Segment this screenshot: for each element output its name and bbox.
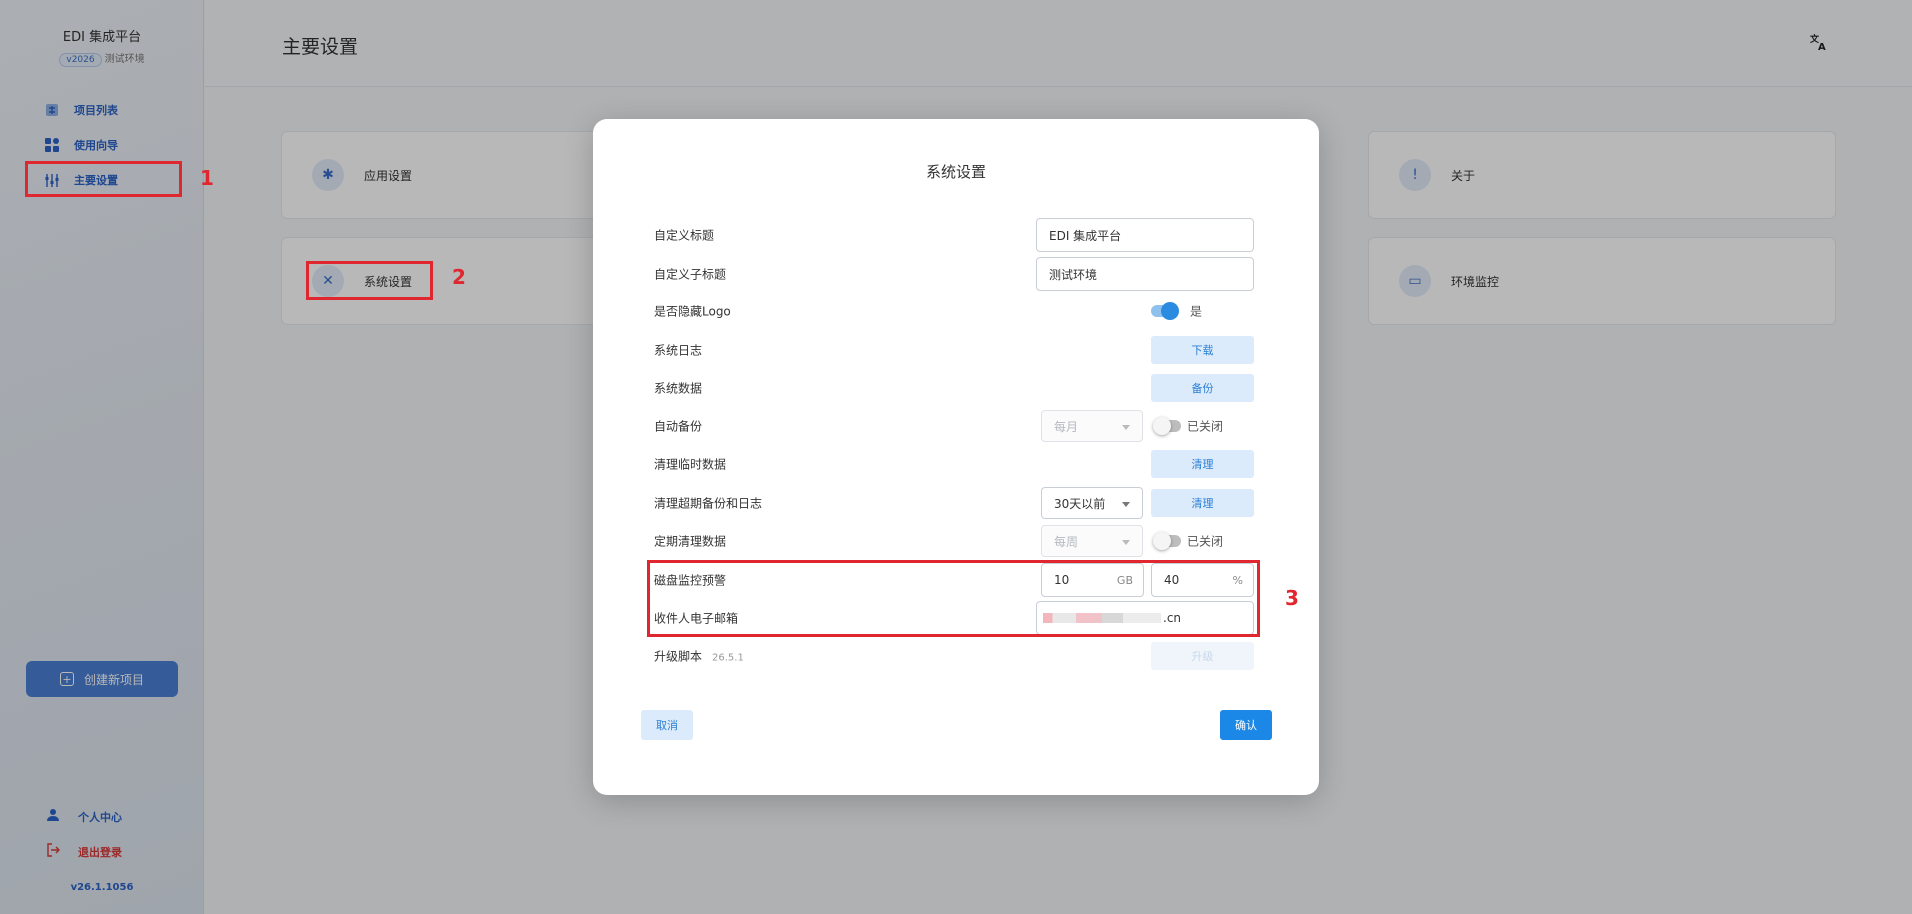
system-data-label: 系统数据 [654, 381, 703, 396]
auto-backup-toggle[interactable] [1153, 417, 1181, 435]
row-custom-subtitle: 自定义子标题 测试环境 [654, 257, 1254, 291]
clean-expired-range-select[interactable]: 30天以前 [1041, 487, 1143, 519]
select-value: 30天以前 [1054, 496, 1106, 511]
clean-temp-button[interactable]: 清理 [1151, 450, 1254, 478]
system-settings-dialog: 系统设置 自定义标题 EDI 集成平台 自定义子标题 测试环境 是否隐藏Logo… [593, 119, 1319, 795]
clean-expired-button[interactable]: 清理 [1151, 489, 1254, 517]
annotation-box-1 [25, 161, 182, 197]
annotation-label-2: 2 [452, 265, 466, 289]
dialog-title: 系统设置 [925, 163, 986, 181]
auto-backup-state: 已关闭 [1187, 419, 1224, 434]
clean-temp-label: 清理临时数据 [654, 457, 727, 472]
hide-logo-state: 是 [1190, 304, 1203, 319]
toggle-knob [1153, 532, 1171, 550]
row-clean-temp: 清理临时数据 清理 [654, 447, 1254, 481]
row-system-log: 系统日志 下载 [654, 333, 1254, 367]
cancel-button[interactable]: 取消 [641, 710, 693, 740]
annotation-label-3: 3 [1285, 586, 1299, 610]
system-log-label: 系统日志 [654, 343, 703, 358]
chevron-down-icon [1122, 502, 1130, 507]
custom-title-label: 自定义标题 [654, 228, 715, 243]
download-button[interactable]: 下载 [1151, 336, 1254, 364]
auto-backup-frequency-select[interactable]: 每月 [1041, 410, 1143, 442]
upgrade-script-version: 26.5.1 [712, 652, 744, 664]
annotation-box-3 [647, 560, 1260, 637]
chevron-down-icon [1122, 540, 1130, 545]
scheduled-clean-frequency-select[interactable]: 每周 [1041, 525, 1143, 557]
row-scheduled-clean: 定期清理数据 每周 已关闭 [654, 524, 1254, 558]
confirm-button[interactable]: 确认 [1220, 710, 1272, 740]
clean-expired-label: 清理超期备份和日志 [654, 496, 763, 511]
annotation-label-1: 1 [200, 166, 214, 190]
select-value: 每月 [1054, 419, 1079, 434]
row-hide-logo: 是否隐藏Logo 是 [654, 294, 1254, 328]
custom-title-input[interactable]: EDI 集成平台 [1036, 218, 1254, 252]
row-custom-title: 自定义标题 EDI 集成平台 [654, 218, 1254, 252]
upgrade-script-text: 升级脚本 [654, 649, 703, 664]
chevron-down-icon [1122, 425, 1130, 430]
row-auto-backup: 自动备份 每月 已关闭 [654, 409, 1254, 443]
scheduled-clean-label: 定期清理数据 [654, 534, 727, 549]
hide-logo-label: 是否隐藏Logo [654, 304, 731, 319]
toggle-knob [1153, 417, 1171, 435]
select-value: 每周 [1054, 534, 1079, 549]
row-clean-expired: 清理超期备份和日志 30天以前 清理 [654, 486, 1254, 520]
backup-button[interactable]: 备份 [1151, 374, 1254, 402]
hide-logo-toggle[interactable] [1151, 302, 1179, 320]
auto-backup-label: 自动备份 [654, 419, 703, 434]
row-system-data: 系统数据 备份 [654, 371, 1254, 405]
annotation-box-2 [306, 261, 433, 300]
scheduled-clean-state: 已关闭 [1187, 534, 1224, 549]
toggle-knob [1161, 302, 1179, 320]
row-upgrade-script: 升级脚本 26.5.1 升级 [654, 639, 1254, 673]
upgrade-script-label: 升级脚本 26.5.1 [654, 648, 744, 665]
upgrade-button[interactable]: 升级 [1151, 642, 1254, 670]
custom-subtitle-label: 自定义子标题 [654, 267, 727, 282]
scheduled-clean-toggle[interactable] [1153, 532, 1181, 550]
custom-subtitle-input[interactable]: 测试环境 [1036, 257, 1254, 291]
